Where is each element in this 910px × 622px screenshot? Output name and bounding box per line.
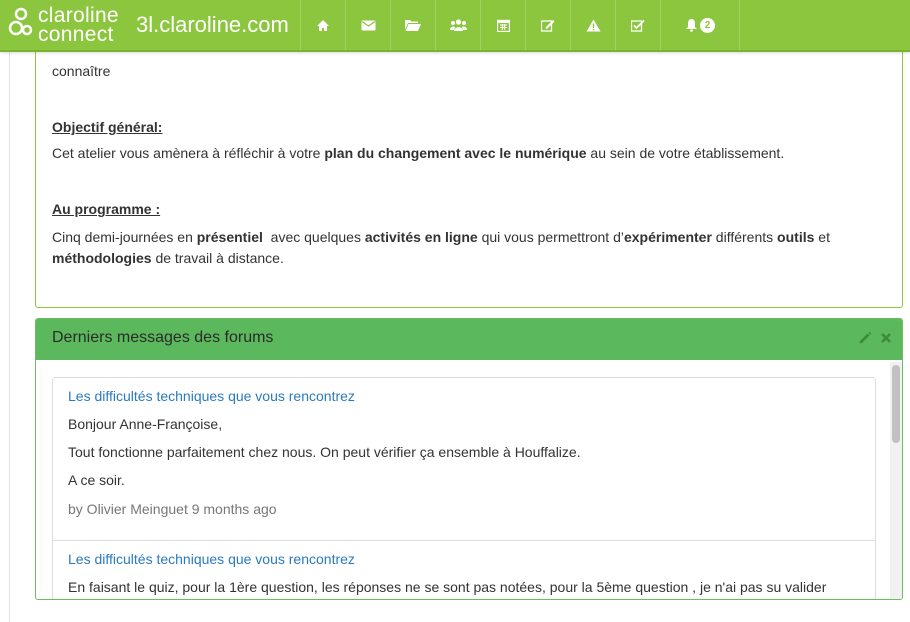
bell-icon: [686, 19, 697, 32]
programme-bold-text: présentiel: [196, 229, 263, 245]
programme-bold-text: activités en ligne: [364, 229, 478, 245]
nav-notifications-button[interactable]: 2: [660, 0, 740, 50]
forum-post-line: A ce soir.: [68, 472, 125, 488]
warning-icon: [586, 19, 600, 31]
programme-text-part: de travail à distance.: [151, 250, 284, 266]
forum-post-subject-link[interactable]: Les difficultés techniques que vous renc…: [68, 386, 860, 406]
description-partial-line: connaître: [52, 63, 111, 79]
forum-widget-title: Derniers messages des forums: [52, 329, 274, 346]
programme-bold-text: expérimenter: [623, 229, 712, 245]
forum-post-line: Bonjour Anne-Françoise,: [68, 416, 223, 432]
forum-messages-widget: Derniers messages des forums Les difficu…: [35, 318, 903, 600]
check-square-icon: [631, 19, 645, 32]
objectif-bold-text: plan du changement avec le numérique: [324, 145, 587, 161]
left-divider: [9, 0, 10, 622]
objectif-heading: Objectif général:: [52, 119, 163, 135]
forum-post-line: Tout fonctionne parfaitement chez nous. …: [68, 444, 581, 460]
forum-scrollbar[interactable]: [890, 362, 902, 599]
programme-bold-text: outils: [777, 229, 815, 245]
calendar-icon: [496, 19, 510, 32]
objectif-text: Cet atelier vous amènera à réfléchir à v…: [52, 143, 892, 164]
page: claroline connect 3l.claroline.com 2 con…: [0, 0, 910, 622]
forum-widget-header: Derniers messages des forums: [36, 319, 902, 360]
notification-count-badge: 2: [700, 17, 715, 33]
claroline-logo-icon: [8, 7, 33, 36]
navbar-icon-group: 2: [300, 0, 740, 50]
forum-post-subject-link[interactable]: Les difficultés techniques que vous renc…: [68, 549, 860, 569]
close-icon[interactable]: [880, 331, 892, 345]
programme-heading: Au programme :: [52, 201, 161, 217]
programme-text-part: différents: [711, 229, 778, 245]
programme-text: Cinq demi-journées en présentiel avec qu…: [52, 227, 892, 248]
envelope-icon: [361, 20, 375, 30]
programme-bold-text: méthodologies: [52, 250, 152, 266]
nav-warnings-button[interactable]: [570, 0, 615, 50]
nav-messages-button[interactable]: [345, 0, 390, 50]
nav-resources-button[interactable]: [390, 0, 435, 50]
nav-users-button[interactable]: [435, 0, 480, 50]
forum-post: Les difficultés techniques que vous renc…: [53, 386, 875, 540]
programme-text-part: Cinq demi-journées en: [52, 229, 197, 245]
programme-text-part: avec quelques: [262, 229, 365, 245]
top-navbar: claroline connect 3l.claroline.com 2: [0, 0, 910, 52]
pencil-icon[interactable]: [858, 331, 872, 345]
objectif-text-part: au sein de votre établissement.: [586, 145, 785, 161]
nav-calendar-button[interactable]: [480, 0, 525, 50]
forum-scrollbar-thumb[interactable]: [892, 365, 900, 443]
forum-posts-list[interactable]: Les difficultés techniques que vous renc…: [52, 377, 876, 599]
forum-post-line: En faisant le quiz, pour la 1ère questio…: [68, 579, 827, 595]
brand-line-2: connect: [38, 23, 114, 46]
nav-edit-button[interactable]: [525, 0, 570, 50]
nav-home-button[interactable]: [300, 0, 345, 50]
programme-text-part: qui vous permettront d’: [477, 229, 624, 245]
widget-tools: [858, 331, 892, 345]
forum-post-meta: by Olivier Meinguet 9 months ago: [68, 501, 277, 517]
programme-text-line2: méthodologies de travail à distance.: [52, 248, 892, 269]
nav-tasks-button[interactable]: [615, 0, 660, 50]
users-icon: [449, 19, 467, 31]
objectif-text-part: Cet atelier vous amènera à réfléchir à v…: [52, 145, 325, 161]
home-icon: [317, 19, 329, 31]
brand-text: claroline connect: [38, 5, 119, 46]
site-name-link[interactable]: 3l.claroline.com: [136, 12, 289, 38]
brand-logo-link[interactable]: claroline connect: [8, 5, 119, 46]
edit-icon: [541, 19, 555, 32]
programme-text-part: et: [814, 229, 830, 245]
folder-open-icon: [405, 20, 421, 31]
forum-post: Les difficultés techniques que vous renc…: [53, 540, 875, 599]
